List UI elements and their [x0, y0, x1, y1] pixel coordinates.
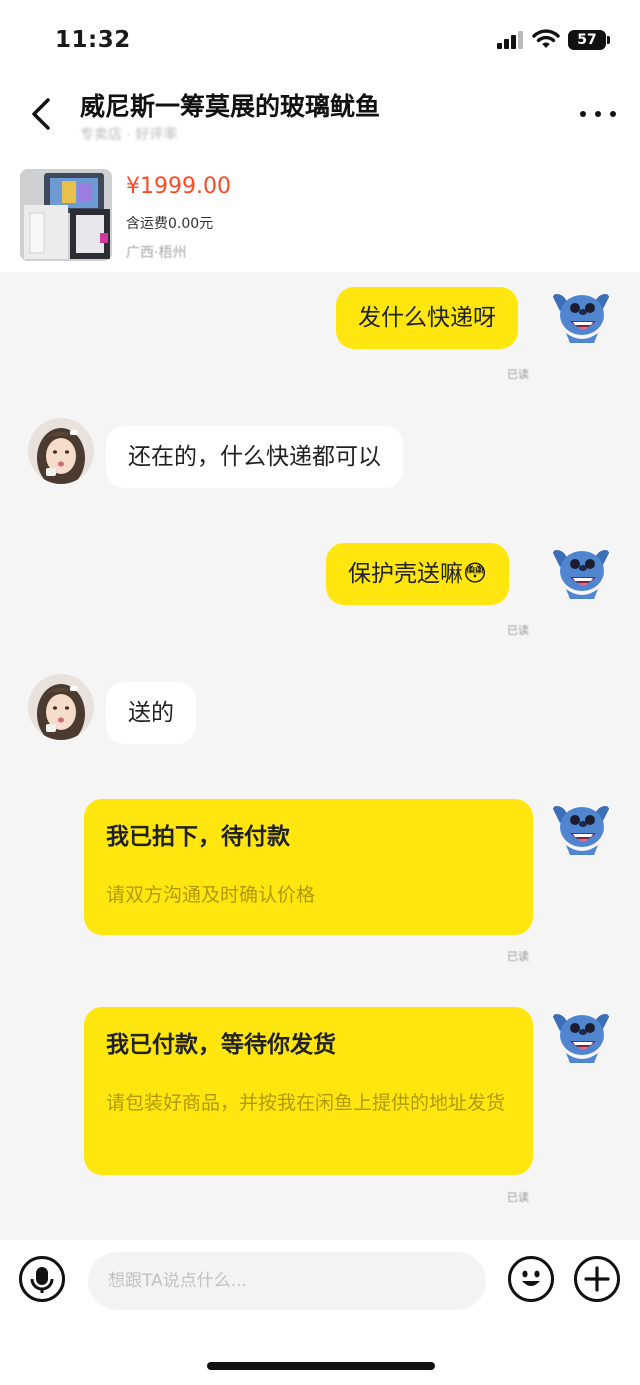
card-description: 请包装好商品，并按我在闲鱼上提供的地址发货: [106, 1092, 506, 1114]
emoji-button[interactable]: [508, 1256, 554, 1302]
plus-icon: [584, 1266, 610, 1292]
order-status-card[interactable]: 我已拍下，待付款 请双方沟通及时确认价格: [84, 799, 533, 935]
read-status: 已读: [507, 624, 529, 637]
input-bar: [0, 1240, 640, 1385]
chat-subtitle: 专卖店 · 好评率: [80, 127, 178, 143]
product-price: ¥1999.00: [126, 174, 231, 199]
battery-icon: 57: [568, 30, 610, 50]
read-status: 已读: [507, 368, 529, 381]
home-indicator: [207, 1362, 435, 1370]
more-icon[interactable]: [578, 104, 618, 124]
order-status-card[interactable]: 我已付款，等待你发货 请包装好商品，并按我在闲鱼上提供的地址发货: [84, 1007, 533, 1175]
card-title: 我已拍下，待付款: [106, 824, 290, 850]
smiley-icon: [522, 1270, 540, 1286]
status-bar: 11:32 57: [0, 0, 640, 80]
status-time: 11:32: [55, 27, 131, 53]
message-input[interactable]: [88, 1252, 486, 1310]
chat-title: 威尼斯一筹莫展的玻璃鱿鱼: [80, 92, 381, 121]
message-bubble-received[interactable]: 送的: [106, 682, 196, 744]
product-location: 广西·梧州: [126, 245, 187, 261]
more-actions-button[interactable]: [574, 1256, 620, 1302]
chat-header: 威尼斯一筹莫展的玻璃鱿鱼 专卖店 · 好评率: [0, 80, 640, 160]
my-avatar[interactable]: [548, 1001, 614, 1067]
read-status: 已读: [507, 950, 529, 963]
seller-avatar[interactable]: [28, 418, 94, 484]
my-avatar[interactable]: [548, 281, 614, 347]
my-avatar[interactable]: [548, 537, 614, 603]
signal-icon: [497, 31, 523, 49]
product-card[interactable]: ¥1999.00 含运费0.00元 广西·梧州: [0, 160, 640, 272]
message-bubble-sent[interactable]: 保护壳送嘛😳: [326, 543, 509, 605]
back-icon[interactable]: [24, 94, 60, 134]
message-bubble-sent[interactable]: 发什么快递呀: [336, 287, 518, 349]
card-title: 我已付款，等待你发货: [106, 1032, 336, 1058]
voice-button[interactable]: [19, 1256, 65, 1302]
seller-avatar[interactable]: [28, 674, 94, 740]
product-shipping: 含运费0.00元: [126, 216, 214, 232]
my-avatar[interactable]: [548, 793, 614, 859]
microphone-icon: [30, 1267, 54, 1293]
card-description: 请双方沟通及时确认价格: [106, 884, 316, 906]
message-bubble-received[interactable]: 还在的，什么快递都可以: [106, 426, 403, 488]
product-image[interactable]: [20, 169, 112, 261]
wifi-icon: [532, 29, 560, 48]
read-status: 已读: [507, 1191, 529, 1204]
